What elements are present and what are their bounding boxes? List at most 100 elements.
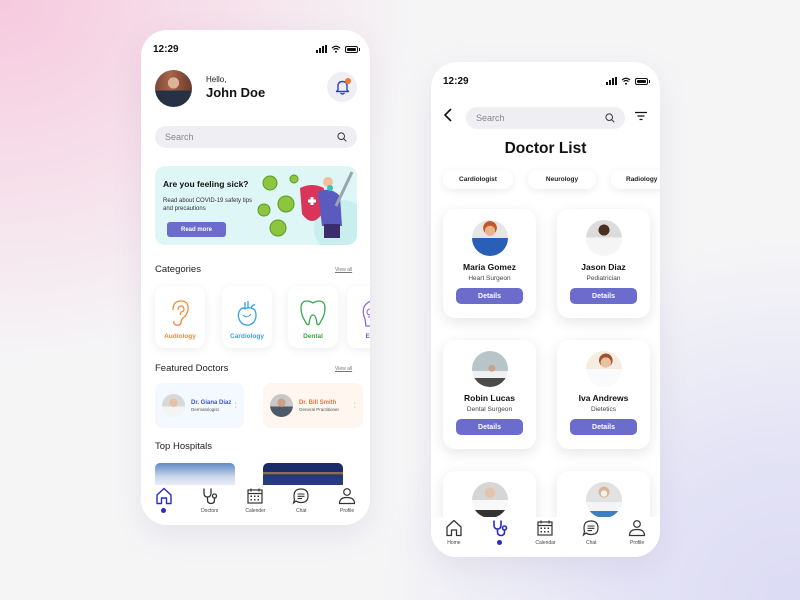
page-title: Doctor List bbox=[504, 140, 587, 157]
doctor-specialty: Dietetics bbox=[591, 406, 616, 413]
category-ent[interactable]: ENT bbox=[347, 286, 370, 348]
details-button[interactable]: Details bbox=[570, 288, 637, 304]
nav-label: Calendar bbox=[535, 540, 556, 546]
calendar-icon bbox=[537, 520, 554, 536]
nav-label: Chat bbox=[296, 508, 307, 514]
search-input[interactable]: Search bbox=[466, 107, 625, 129]
doctor-specialty: General Practitioner bbox=[299, 406, 340, 412]
status-time: 12:29 bbox=[443, 75, 469, 87]
back-arrow-icon[interactable] bbox=[443, 108, 453, 122]
search-placeholder: Search bbox=[476, 113, 505, 123]
nav-calendar[interactable]: Calender bbox=[235, 487, 275, 514]
signal-icon bbox=[316, 45, 327, 53]
filter-chip-cardiologist[interactable]: Cardiologist bbox=[443, 170, 513, 189]
user-avatar[interactable] bbox=[155, 70, 192, 107]
search-icon[interactable] bbox=[337, 132, 347, 142]
nav-profile[interactable]: Profile bbox=[327, 487, 367, 514]
nav-profile[interactable]: Profile bbox=[617, 519, 657, 546]
head-ent-icon bbox=[362, 300, 370, 327]
banner-title: Are you feeling sick? bbox=[163, 179, 249, 189]
doctor-avatar bbox=[270, 394, 293, 417]
read-more-button[interactable]: Read more bbox=[167, 222, 226, 237]
stethoscope-icon bbox=[492, 520, 507, 537]
user-name: John Doe bbox=[206, 85, 266, 100]
details-button[interactable]: Details bbox=[456, 419, 523, 435]
search-input[interactable]: Search bbox=[155, 126, 357, 148]
more-options-icon[interactable]: · · bbox=[235, 400, 237, 411]
notification-badge bbox=[345, 78, 351, 84]
notifications-button[interactable] bbox=[327, 72, 357, 102]
featured-doctors-title: Featured Doctors bbox=[155, 363, 229, 374]
stethoscope-icon bbox=[203, 488, 217, 505]
doctor-name: Jason Diaz bbox=[581, 262, 626, 272]
top-hospitals-title: Top Hospitals bbox=[155, 441, 213, 452]
wifi-icon bbox=[621, 77, 631, 85]
status-bar: 12:29 bbox=[443, 74, 650, 88]
doctor-photo bbox=[585, 351, 622, 387]
doctor-card[interactable]: Maria Gomez Heart Surgeon Details bbox=[443, 209, 536, 318]
doctor-photo bbox=[585, 482, 622, 518]
search-icon[interactable] bbox=[605, 113, 615, 123]
battery-icon bbox=[635, 77, 650, 85]
wifi-icon bbox=[331, 45, 341, 53]
nav-home[interactable] bbox=[144, 487, 184, 513]
doctor-photo bbox=[585, 220, 622, 256]
more-options-icon[interactable]: · · bbox=[354, 400, 356, 411]
home-icon bbox=[446, 519, 462, 537]
calendar-icon bbox=[247, 488, 264, 504]
active-indicator bbox=[161, 508, 167, 513]
doctor-list-screen: 12:29 Search Doctor List Cardiologist Ne… bbox=[431, 62, 660, 557]
doctor-card[interactable]: Robin Lucas Dental Surgeon Details bbox=[443, 340, 536, 449]
details-button[interactable]: Details bbox=[570, 419, 637, 435]
filter-icon[interactable] bbox=[634, 111, 648, 121]
profile-icon bbox=[338, 488, 356, 505]
filter-chip-radiology[interactable]: Radiology bbox=[611, 170, 660, 189]
details-button[interactable]: Details bbox=[456, 288, 523, 304]
category-label: Cardiology bbox=[230, 333, 264, 340]
doctor-specialty: Dermatologist bbox=[191, 406, 219, 412]
home-screen: 12:29 Hello, John Doe Search Are you fee… bbox=[141, 30, 370, 525]
status-bar: 12:29 bbox=[153, 42, 360, 56]
filter-chip-neurology[interactable]: Neurology bbox=[528, 170, 596, 189]
categories-title: Categories bbox=[155, 264, 201, 275]
category-label: Dental bbox=[303, 333, 323, 340]
doctor-name: Maria Gomez bbox=[463, 262, 516, 272]
nav-doctors[interactable] bbox=[480, 519, 520, 545]
doctor-photo bbox=[471, 482, 508, 518]
category-label: ENT bbox=[365, 333, 371, 340]
doctor-photo bbox=[471, 351, 508, 387]
nav-doctors[interactable]: Doctors bbox=[190, 487, 230, 514]
featured-view-all-link[interactable]: View all bbox=[335, 366, 352, 372]
categories-view-all-link[interactable]: View all bbox=[335, 267, 352, 273]
nav-calendar[interactable]: Calendar bbox=[525, 519, 565, 546]
search-placeholder: Search bbox=[165, 132, 194, 142]
doctor-specialty: Pediatrician bbox=[586, 275, 621, 282]
nav-label: Chat bbox=[586, 540, 597, 546]
featured-doctor-card[interactable]: Dr. Giana Diaz Dermatologist · · bbox=[155, 383, 244, 428]
category-audiology[interactable]: Audiology bbox=[155, 286, 205, 348]
nav-label: Profile bbox=[339, 508, 355, 514]
nav-home[interactable]: Home bbox=[434, 519, 474, 546]
active-indicator bbox=[497, 540, 503, 545]
doctor-specialty: Heart Surgeon bbox=[468, 275, 511, 282]
banner-text: Read about COVID-19 safety tips and prec… bbox=[163, 198, 253, 212]
signal-icon bbox=[606, 77, 617, 85]
category-dental[interactable]: Dental bbox=[288, 286, 338, 348]
greeting: Hello, bbox=[206, 75, 227, 84]
category-cardiology[interactable]: Cardiology bbox=[222, 286, 272, 348]
bottom-nav: Doctors Calender Chat Profile bbox=[141, 485, 370, 525]
doctor-card[interactable]: Jason Diaz Pediatrician Details bbox=[557, 209, 650, 318]
nav-label: Home bbox=[447, 540, 461, 546]
heart-organ-icon bbox=[237, 301, 257, 326]
doctor-card[interactable]: Iva Andrews Dietetics Details bbox=[557, 340, 650, 449]
nav-label: Doctors bbox=[201, 508, 219, 514]
doctor-name: Iva Andrews bbox=[578, 393, 629, 403]
chat-icon bbox=[582, 520, 599, 537]
chat-icon bbox=[292, 488, 309, 505]
covid-banner: Are you feeling sick? Read about COVID-1… bbox=[155, 166, 357, 245]
nav-chat[interactable]: Chat bbox=[571, 519, 611, 546]
doctor-name: Dr. Bill Smith bbox=[299, 399, 337, 406]
nav-chat[interactable]: Chat bbox=[281, 487, 321, 514]
covid-illustration bbox=[257, 171, 357, 245]
featured-doctor-card[interactable]: Dr. Bill Smith General Practitioner · · bbox=[263, 383, 363, 428]
